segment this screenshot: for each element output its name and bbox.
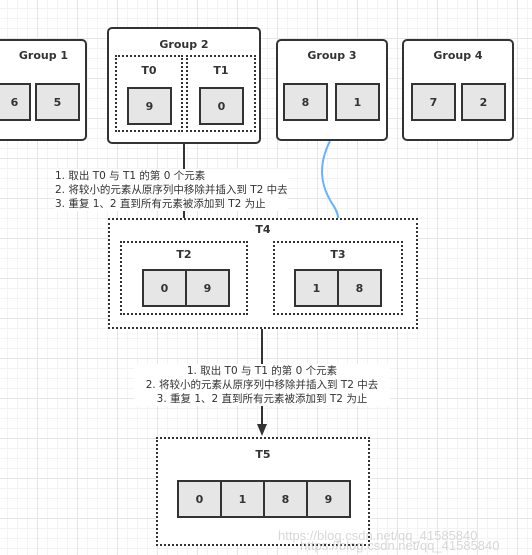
group-2: Group 2 T0 9 T1 0: [107, 27, 261, 144]
cell: 9: [127, 87, 172, 125]
t0-title: T0: [141, 64, 157, 77]
cell: 0: [177, 480, 222, 518]
t1-title: T1: [213, 64, 229, 77]
cell: 0: [199, 87, 244, 125]
t5-title: T5: [255, 448, 271, 461]
t0-container: T0 9: [115, 55, 183, 132]
group-3: Group 3 8 1: [276, 39, 388, 141]
watermark-shadow: https://blog.csdn.net/qq_41585840: [300, 538, 500, 553]
t1-container: T1 0: [186, 55, 256, 132]
cell: 5: [35, 83, 80, 121]
cell: 9: [185, 269, 230, 307]
cell: 6: [0, 83, 31, 121]
t2-title: T2: [176, 248, 192, 261]
step-3: 3. 重复 1、2 直到所有元素被添加到 T2 为止: [156, 393, 368, 405]
step-2: 2. 将较小的元素从原序列中移除并插入到 T2 中去: [55, 184, 288, 196]
group-4-title: Group 4: [433, 49, 483, 62]
cell: 8: [337, 269, 382, 307]
t3-title: T3: [330, 248, 346, 261]
cell: 2: [461, 83, 506, 121]
group-3-title: Group 3: [307, 49, 357, 62]
group-2-title: Group 2: [159, 38, 209, 51]
t3-container: T3 1 8: [273, 241, 403, 315]
step-1: 1. 取出 T0 与 T1 的第 0 个元素: [55, 170, 206, 182]
group-1: Group 1 6 5: [0, 39, 87, 141]
cell: 7: [411, 83, 456, 121]
cell: 9: [306, 480, 351, 518]
step-3: 3. 重复 1、2 直到所有元素被添加到 T2 为止: [55, 198, 266, 210]
cell: 0: [142, 269, 187, 307]
arrowhead-t5: [257, 424, 267, 436]
t4-container: T4 T2 0 9 T3 1 8: [108, 218, 418, 329]
cell: 8: [263, 480, 308, 518]
t2-container: T2 0 9: [120, 241, 248, 315]
merge-steps-note-1: 1. 取出 T0 与 T1 的第 0 个元素 2. 将较小的元素从原序列中移除并…: [55, 169, 288, 211]
t4-title: T4: [255, 223, 271, 236]
group-4: Group 4 7 2: [402, 39, 514, 141]
cell: 1: [220, 480, 265, 518]
group-1-title: Group 1: [18, 49, 69, 62]
cell: 1: [294, 269, 339, 307]
step-2: 2. 将较小的元素从原序列中移除并插入到 T2 中去: [145, 379, 379, 391]
cell: 8: [283, 83, 328, 121]
step-1: 1. 取出 T0 与 T1 的第 0 个元素: [186, 365, 338, 377]
merge-steps-note-2: 1. 取出 T0 与 T1 的第 0 个元素 2. 将较小的元素从原序列中移除并…: [134, 364, 390, 406]
cell: 1: [335, 83, 380, 121]
